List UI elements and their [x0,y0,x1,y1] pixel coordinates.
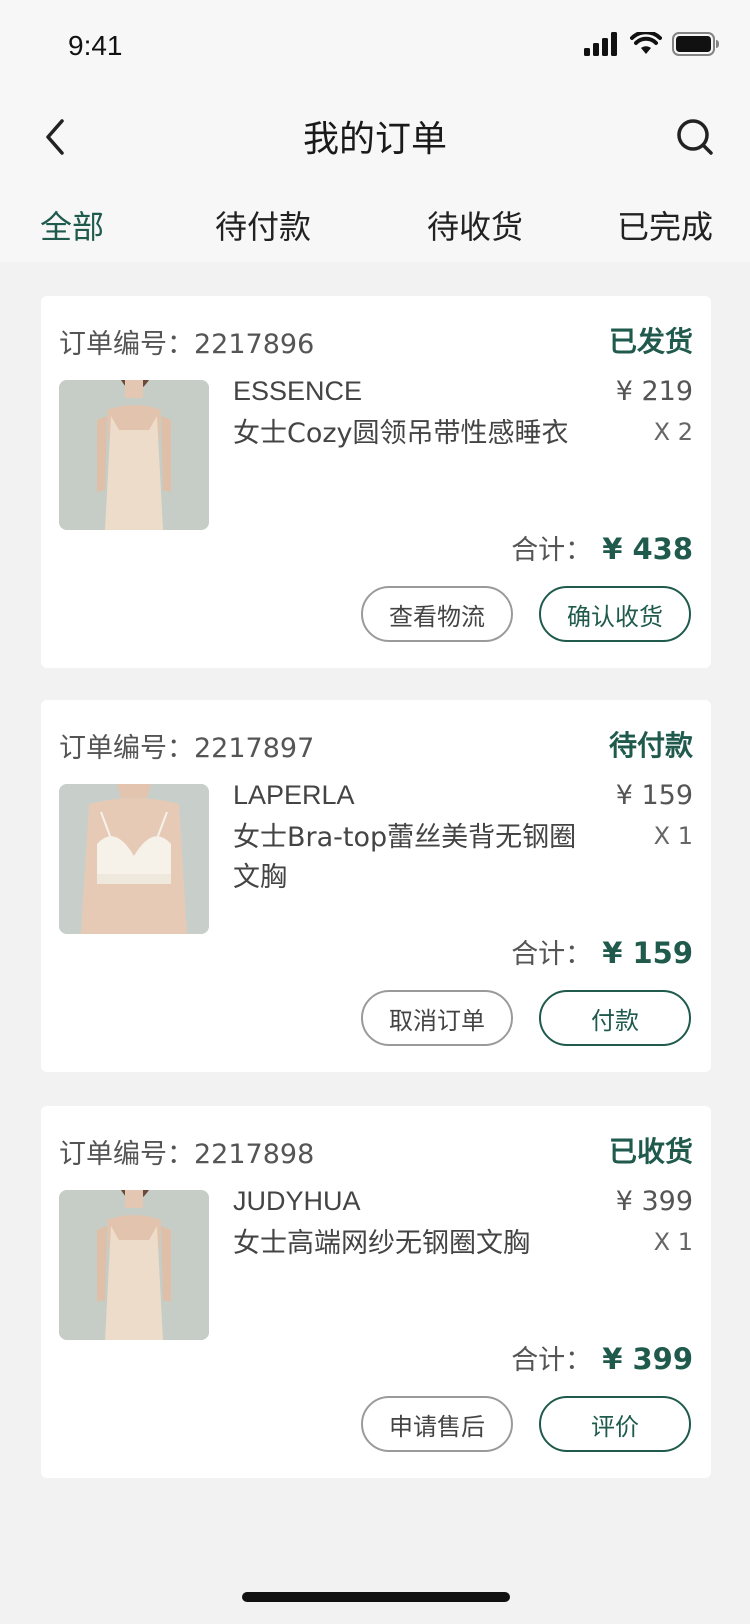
status-bar: 9:41 [0,0,750,92]
order-card: 订单编号：2217896 已发货 ESSENCE 女士Cozy圆领吊带性感睡衣 … [41,296,711,668]
pay-button[interactable]: 付款 [539,990,691,1046]
order-total: 合计： ¥ 399 [511,1338,693,1377]
order-tabs: 全部 待付款 待收货 已完成 [0,184,750,262]
order-status: 已发货 [608,325,693,358]
signal-icon [584,32,620,60]
total-value: ¥ 159 [602,936,693,970]
tab-pending-payment[interactable]: 待付款 [215,202,311,248]
order-status: 已收货 [608,1135,693,1168]
order-card: 订单编号：2217898 已收货 JUDYHUA 女士高端网纱无钢圈文胸 ¥ 3… [41,1106,711,1478]
order-status: 待付款 [608,729,693,762]
product-image[interactable] [59,380,209,530]
slip-dress-photo [59,380,209,530]
product-price: ¥ 219 [615,376,693,407]
product-image[interactable] [59,1190,209,1340]
search-button[interactable] [668,112,722,166]
total-label: 合计： [511,1345,593,1376]
after-sales-button[interactable]: 申请售后 [361,1396,513,1452]
total-label: 合计： [511,939,593,970]
cancel-order-button[interactable]: 取消订单 [361,990,513,1046]
status-icons [584,30,720,60]
tab-pending-receipt[interactable]: 待收货 [427,202,523,248]
product-brand: ESSENCE [233,376,363,406]
bralette-photo [59,784,209,934]
tab-completed[interactable]: 已完成 [617,202,713,248]
battery-icon [672,32,720,60]
product-image[interactable] [59,784,209,934]
product-brand: LAPERLA [233,780,355,810]
view-logistics-button[interactable]: 查看物流 [361,586,513,642]
page-title: 我的订单 [302,119,447,160]
review-button[interactable]: 评价 [539,1396,691,1452]
order-number: 订单编号：2217897 [59,733,315,764]
nav-bar: 我的订单 [0,92,750,184]
tab-all[interactable]: 全部 [40,202,104,248]
order-card: 订单编号：2217897 待付款 LAPERLA 女士Bra-top蕾丝美背无钢… [41,700,711,1072]
wifi-icon [630,30,662,60]
total-label: 合计： [511,535,593,566]
order-number: 订单编号：2217898 [59,1139,315,1170]
order-total: 合计： ¥ 159 [511,932,693,971]
product-name: 女士Bra-top蕾丝美背无钢圈文胸 [233,822,577,893]
product-price: ¥ 159 [615,780,693,811]
product-brand: JUDYHUA [233,1186,361,1216]
chevron-left-icon [40,117,70,161]
order-total: 合计： ¥ 438 [511,528,693,567]
total-value: ¥ 399 [602,1342,693,1376]
product-name: 女士Cozy圆领吊带性感睡衣 [233,418,569,449]
product-name: 女士高端网纱无钢圈文胸 [233,1228,530,1259]
product-quantity: X 1 [653,822,693,850]
order-number: 订单编号：2217896 [59,329,315,360]
confirm-receipt-button[interactable]: 确认收货 [539,586,691,642]
product-price: ¥ 399 [615,1186,693,1217]
product-quantity: X 2 [653,418,693,446]
home-indicator [242,1592,510,1602]
search-icon [675,117,715,161]
total-value: ¥ 438 [602,532,693,566]
product-quantity: X 1 [653,1228,693,1256]
back-button[interactable] [30,114,80,164]
status-time: 9:41 [68,30,123,61]
slip-dress-photo [59,1190,209,1340]
